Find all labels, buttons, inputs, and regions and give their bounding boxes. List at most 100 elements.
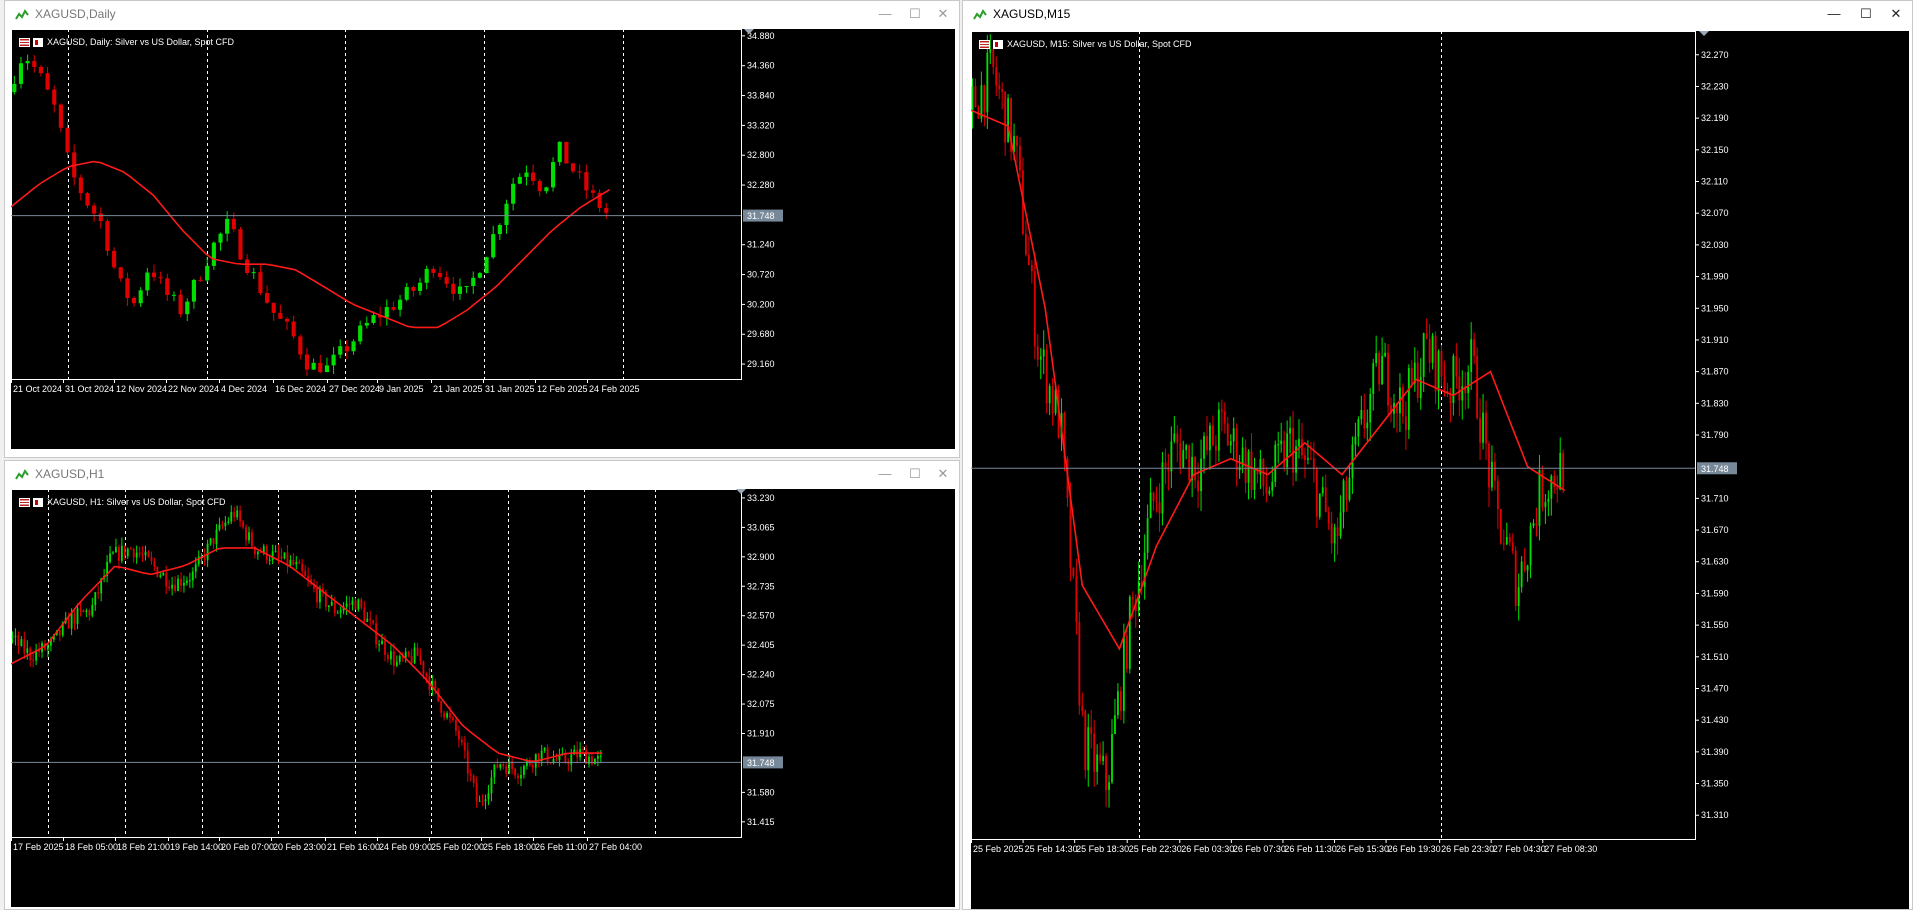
candle-body — [471, 277, 476, 287]
candle — [1348, 463, 1351, 502]
chart-area[interactable]: 32.270 32.230 32.190 32.150 32.110 32.070 32.0… — [971, 31, 1909, 909]
chart-area[interactable]: 33.230 33.065 32.900 32.735 32.570 32.405 32.2… — [11, 489, 955, 907]
candle — [1007, 93, 1010, 143]
candle-body — [1045, 349, 1048, 404]
candle-body — [472, 775, 475, 784]
candle-body — [983, 85, 986, 113]
candle — [551, 157, 556, 192]
window-titlebar[interactable]: XAGUSD,H1 — ☐ ✕ — [5, 461, 959, 487]
maximize-button[interactable]: ☐ — [903, 4, 927, 24]
chart-canvas[interactable]: 33.230 33.065 32.900 32.735 32.570 32.405 32.2… — [11, 489, 955, 907]
candle-body — [604, 207, 609, 213]
candle — [203, 548, 206, 566]
chart-canvas[interactable]: 34.88034.36033.84033.32032.80032.28031.2… — [11, 29, 955, 449]
chart-window-m15[interactable]: XAGUSD,M15 — ☐ ✕ 32.270 32.230 32.190 32.15… — [962, 0, 1913, 910]
chart-window-h1[interactable]: XAGUSD,H1 — ☐ ✕ 33.230 33.065 32.900 32.735… — [4, 460, 960, 910]
candle-body — [1030, 265, 1033, 272]
candle — [1360, 395, 1363, 425]
candle-body — [227, 521, 230, 523]
close-button[interactable]: ✕ — [1884, 4, 1908, 24]
candle-body — [1036, 346, 1039, 360]
close-button[interactable]: ✕ — [931, 464, 955, 484]
candle-body — [1505, 536, 1508, 545]
candle — [1152, 491, 1155, 511]
close-button[interactable]: ✕ — [931, 4, 955, 24]
minimize-button[interactable]: — — [873, 4, 897, 24]
x-axis-label: 21 Feb 16:00 — [327, 842, 380, 852]
candle — [1289, 416, 1292, 454]
candle-body — [1250, 451, 1253, 490]
candle-body — [85, 610, 88, 613]
candle-body — [215, 529, 218, 545]
candle — [1446, 382, 1449, 397]
candle-body — [85, 193, 90, 206]
x-axis-label: 18 Feb 05:00 — [65, 842, 118, 852]
candle-body — [364, 322, 369, 326]
candle — [32, 55, 37, 73]
candle — [597, 189, 602, 213]
y-axis-label: 32.240 — [747, 670, 775, 680]
candle — [129, 546, 132, 550]
minimize-button[interactable]: — — [873, 464, 897, 484]
candle — [389, 645, 392, 665]
candle-body — [1099, 754, 1102, 761]
candle — [1330, 511, 1333, 554]
candle — [1125, 627, 1128, 674]
candle-body — [1327, 512, 1330, 524]
candle-body — [180, 578, 182, 586]
candle-body — [58, 630, 61, 636]
chart-window-daily[interactable]: XAGUSD,Daily — ☐ ✕ 34.880 34.360 33.840 33.… — [4, 0, 960, 458]
candle-body — [419, 655, 422, 662]
candle-body — [1366, 422, 1369, 429]
candle-body — [557, 141, 562, 163]
candle — [165, 273, 170, 301]
candle-body — [1078, 622, 1081, 706]
candle-body — [398, 655, 401, 662]
candle-body — [1277, 444, 1280, 446]
candle — [1401, 383, 1404, 424]
candle — [1084, 709, 1087, 779]
candle-body — [411, 287, 416, 291]
window-titlebar[interactable]: XAGUSD,M15 — ☐ ✕ — [963, 1, 1912, 27]
candle-body — [1209, 425, 1211, 451]
candle-body — [318, 362, 323, 372]
chart-window-icon — [973, 8, 987, 26]
candle — [1520, 556, 1523, 593]
candle-body — [1494, 461, 1496, 481]
candle — [1182, 440, 1185, 469]
window-title: XAGUSD,Daily — [35, 7, 116, 21]
candle-body — [311, 362, 316, 370]
candle-body — [126, 548, 129, 557]
candle — [577, 164, 582, 179]
candle-body — [348, 603, 351, 605]
candle — [159, 572, 162, 579]
candle — [191, 278, 196, 309]
candle — [18, 56, 24, 89]
minimize-button[interactable]: — — [1822, 4, 1846, 24]
y-axis-label: 29.680 — [747, 329, 775, 339]
candle-body — [1265, 486, 1268, 494]
candle — [233, 506, 236, 522]
window-titlebar[interactable]: XAGUSD,Daily — ☐ ✕ — [5, 1, 959, 27]
chart-canvas[interactable]: 32.270 32.230 32.190 32.150 32.110 32.070 32.0… — [971, 31, 1909, 909]
candle-body — [52, 89, 57, 105]
candle — [1304, 447, 1306, 479]
candle-body — [1027, 254, 1030, 266]
symbol-flag-icon — [19, 38, 30, 48]
candle — [1295, 439, 1297, 482]
candle — [1556, 475, 1559, 503]
candle-body — [1155, 501, 1158, 503]
candle-body — [1363, 410, 1366, 429]
candle — [73, 610, 76, 631]
y-axis-label: 33.320 — [747, 120, 775, 130]
chart-area[interactable]: 34.880 34.360 33.840 33.320 32.800 32.280 31.2… — [11, 29, 955, 449]
candle — [12, 75, 17, 95]
candle — [205, 257, 210, 283]
candle — [1170, 426, 1173, 488]
y-axis-label: 31.910 — [1701, 335, 1729, 345]
maximize-button[interactable]: ☐ — [903, 464, 927, 484]
candle — [177, 575, 179, 592]
candle-body — [1378, 353, 1381, 385]
maximize-button[interactable]: ☐ — [1854, 4, 1878, 24]
candle-body — [1360, 410, 1363, 420]
